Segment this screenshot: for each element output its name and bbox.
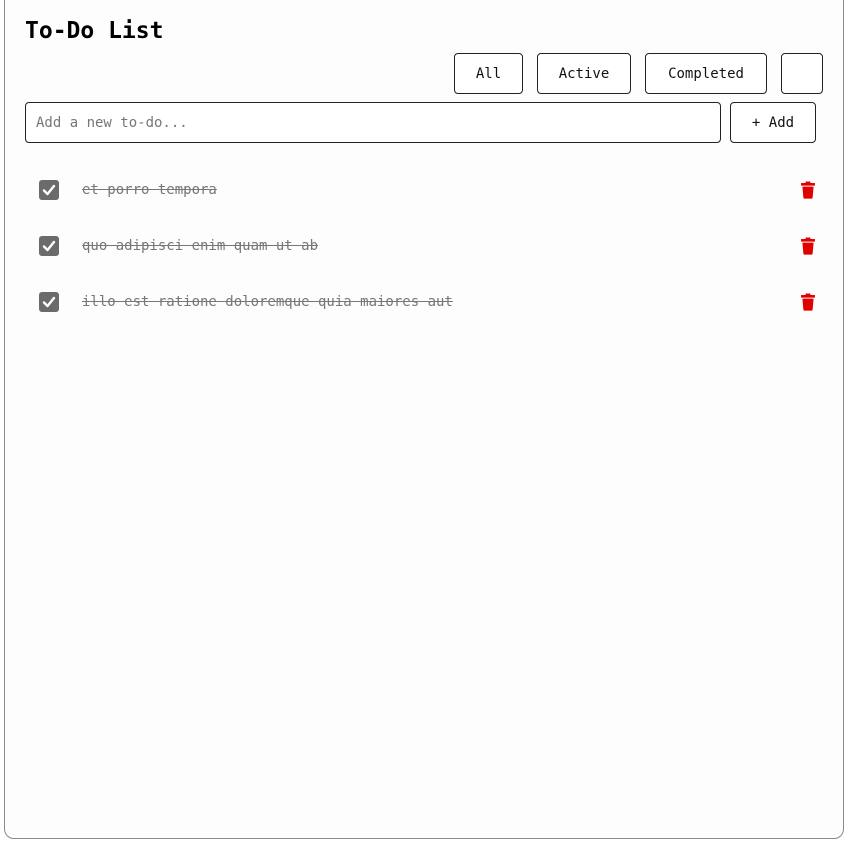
todo-text: et porro tempora bbox=[82, 182, 217, 198]
trash-icon bbox=[801, 237, 815, 255]
todo-checkbox[interactable] bbox=[39, 292, 59, 312]
delete-todo-button[interactable] bbox=[797, 234, 819, 258]
todo-text: illo est ratione doloremque quia maiores… bbox=[82, 294, 453, 310]
filter-all-button[interactable]: All bbox=[454, 53, 523, 94]
add-todo-button[interactable]: + Add bbox=[730, 102, 816, 143]
delete-todo-button[interactable] bbox=[797, 290, 819, 314]
empty-button[interactable] bbox=[781, 53, 823, 94]
todo-list: et porro tempora quo adipisci enim quam … bbox=[25, 162, 825, 330]
filter-active-button[interactable]: Active bbox=[537, 53, 631, 94]
check-icon bbox=[42, 296, 56, 308]
todo-checkbox[interactable] bbox=[39, 180, 59, 200]
trash-icon bbox=[801, 293, 815, 311]
check-icon bbox=[42, 184, 56, 196]
filter-completed-button[interactable]: Completed bbox=[645, 53, 767, 94]
page-title: To-Do List bbox=[25, 18, 164, 44]
todo-checkbox[interactable] bbox=[39, 236, 59, 256]
trash-icon bbox=[801, 181, 815, 199]
todo-item: illo est ratione doloremque quia maiores… bbox=[25, 274, 825, 330]
todo-item: et porro tempora bbox=[25, 162, 825, 218]
todo-text: quo adipisci enim quam ut ab bbox=[82, 238, 319, 254]
check-icon bbox=[42, 240, 56, 252]
new-todo-input[interactable] bbox=[25, 102, 721, 143]
todo-item: quo adipisci enim quam ut ab bbox=[25, 218, 825, 274]
delete-todo-button[interactable] bbox=[797, 178, 819, 202]
